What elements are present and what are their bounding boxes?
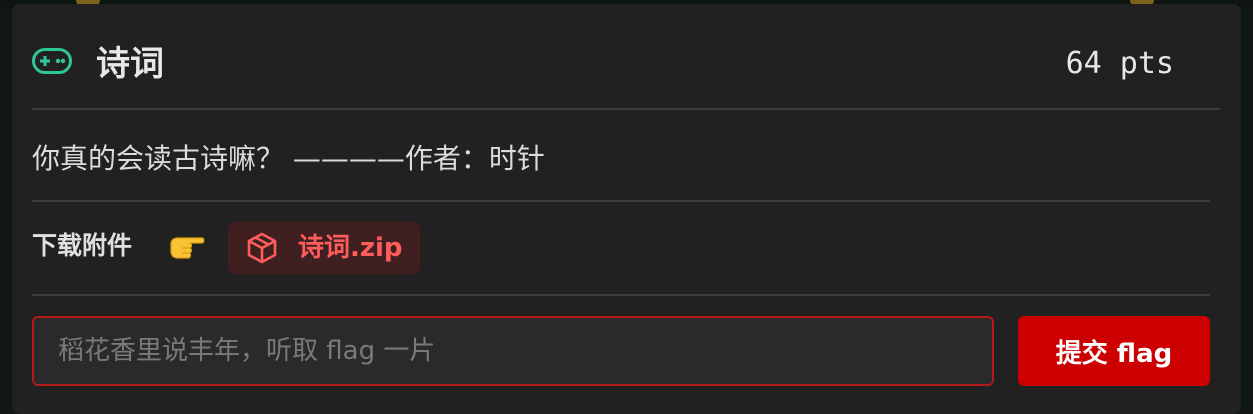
challenge-points: 64 pts: [1065, 46, 1174, 81]
flag-input[interactable]: [32, 316, 994, 386]
submit-flag-button[interactable]: 提交 flag: [1018, 316, 1210, 386]
card-header: 诗词 64 pts: [32, 4, 1220, 110]
attachments-section: 下载附件 诗词.zip: [32, 200, 1210, 296]
gamepad-icon: [32, 48, 72, 74]
pointing-hand-icon: [170, 237, 205, 259]
challenge-title: 诗词: [96, 44, 164, 84]
challenge-description: 你真的会读古诗嘛？ ————作者：时针: [32, 108, 1210, 202]
attachment-file-link[interactable]: 诗词.zip: [228, 222, 420, 274]
attachments-label: 下载附件: [32, 231, 133, 260]
cube-icon: [247, 232, 277, 264]
challenge-card: 诗词 64 pts 你真的会读古诗嘛？ ————作者：时针 下载附件 诗词.zi…: [12, 4, 1241, 414]
description-text: 你真的会读古诗嘛？ ————作者：时针: [32, 142, 545, 175]
attachment-file-name: 诗词.zip: [298, 233, 403, 263]
